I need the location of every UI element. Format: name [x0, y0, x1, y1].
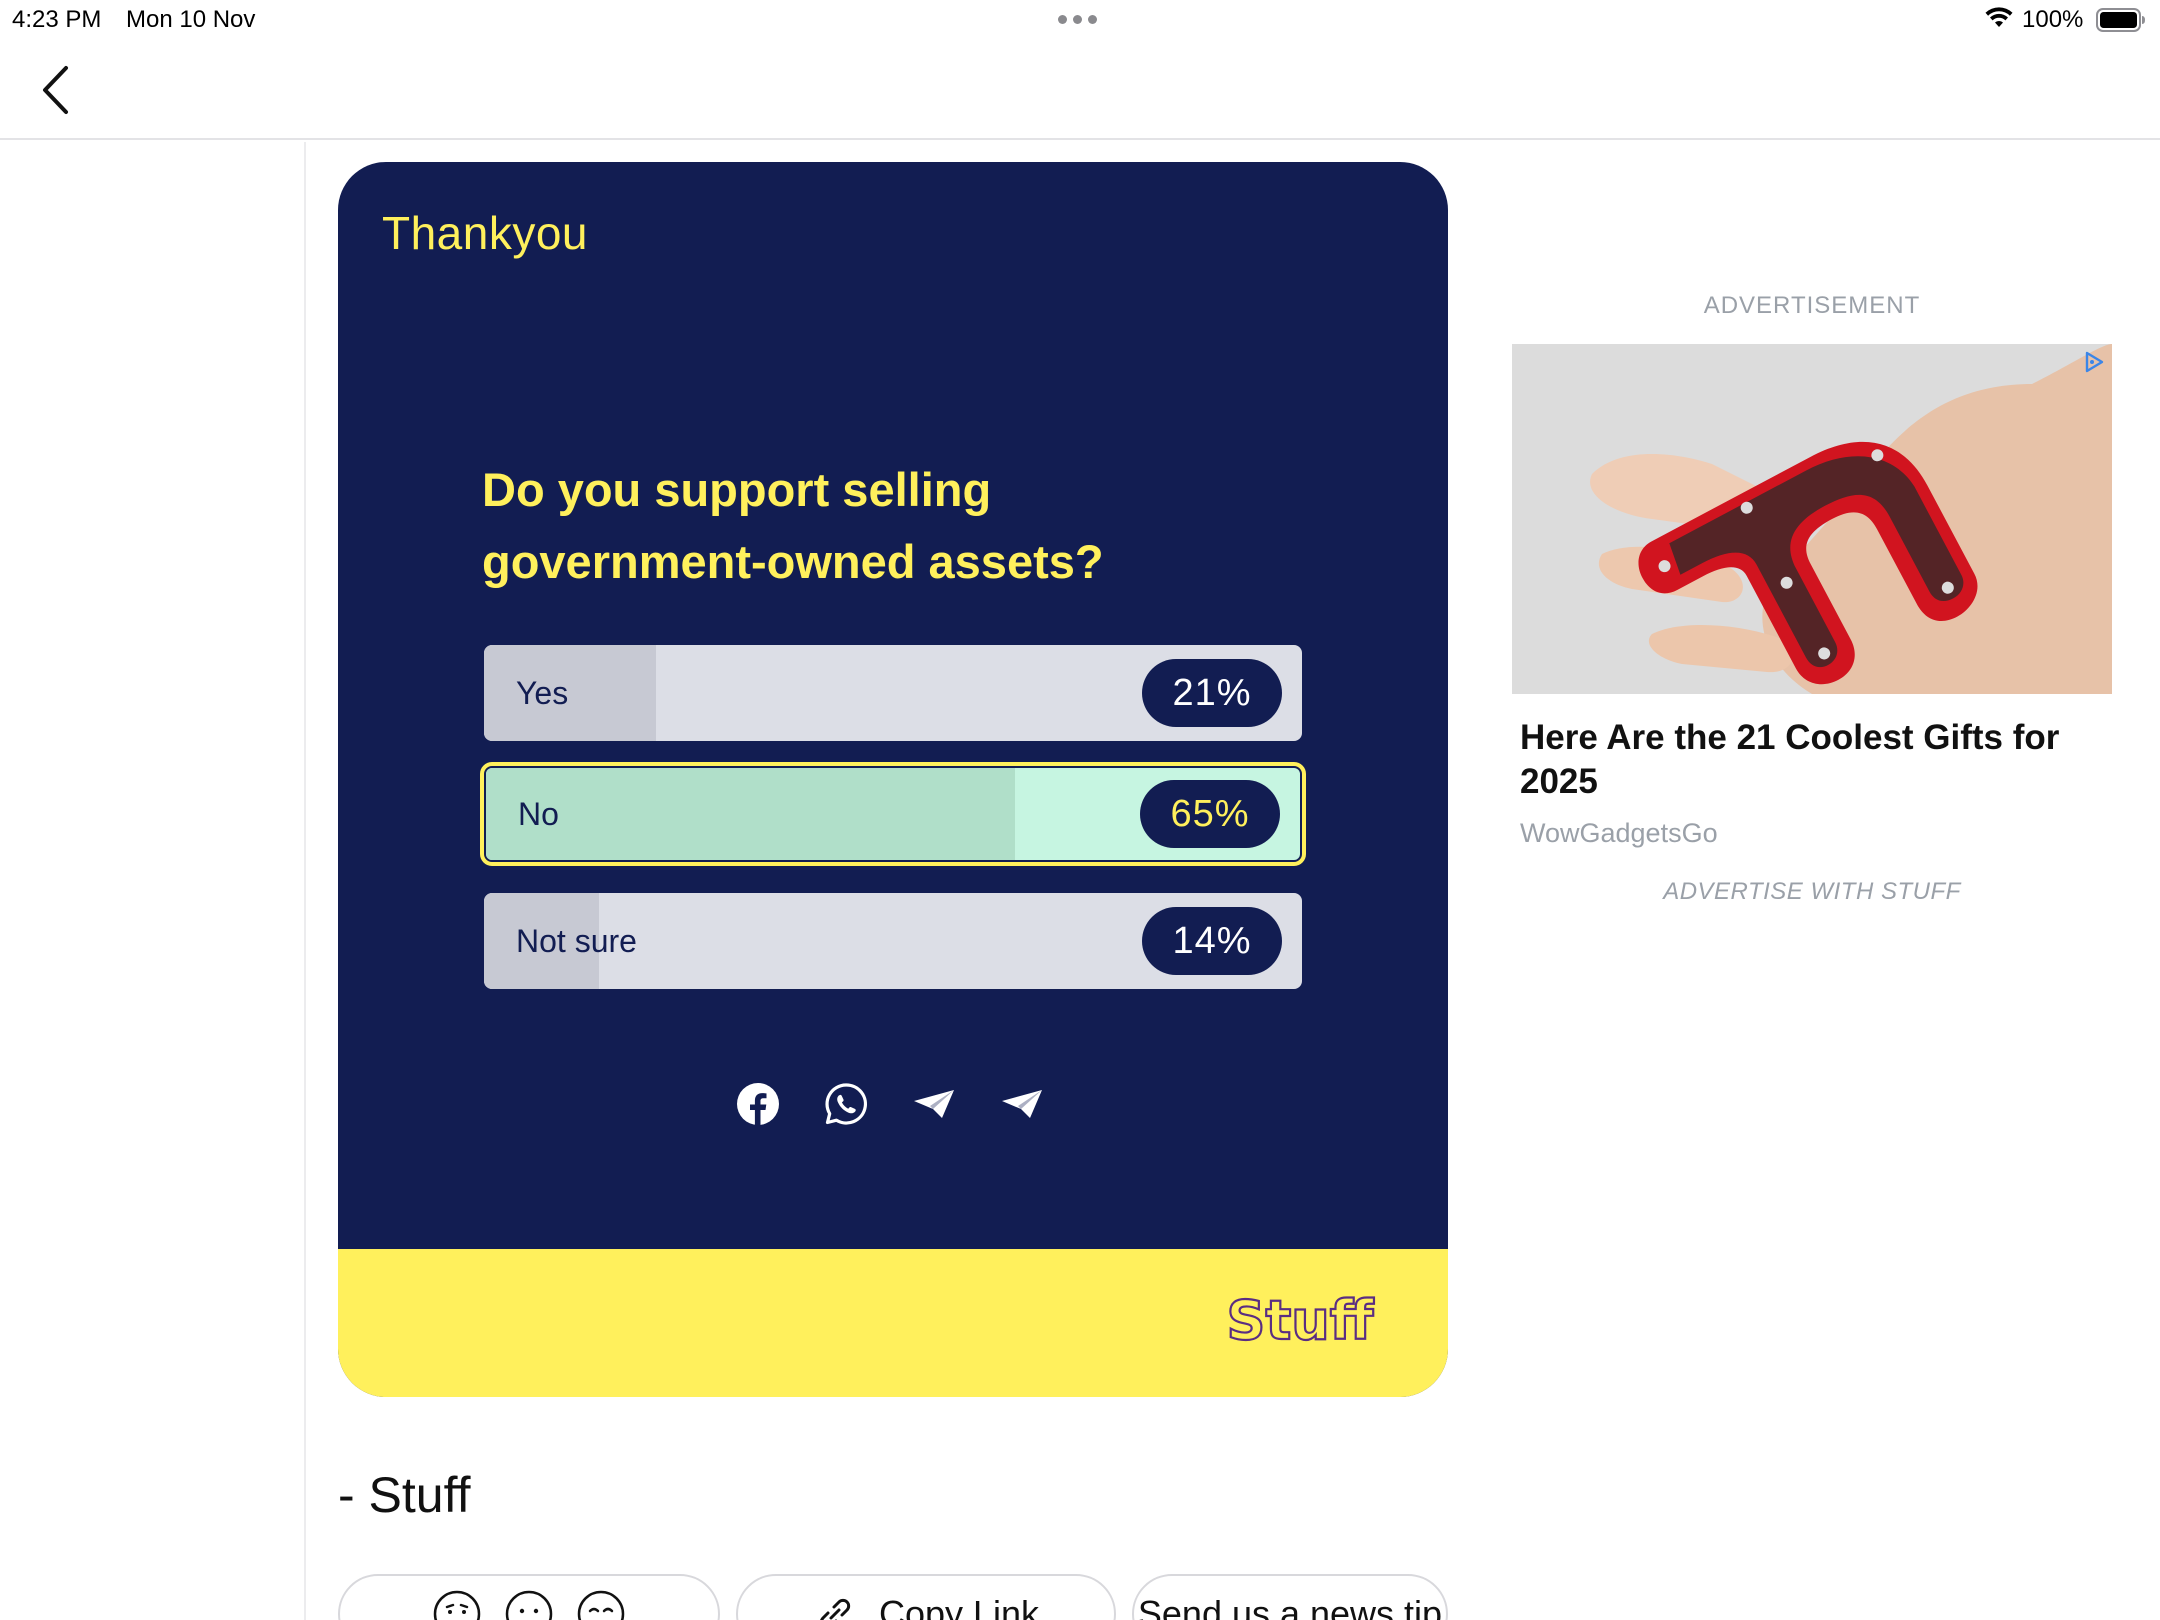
- poll-option-percent: 14%: [1142, 907, 1282, 975]
- poll-option-not-sure[interactable]: Not sure 14%: [484, 893, 1302, 989]
- svg-text:Stuff: Stuff: [1227, 1289, 1375, 1351]
- ad-product-photo: [1512, 344, 2112, 694]
- poll-option-bar: [484, 645, 656, 741]
- status-time: 4:23 PM: [12, 6, 102, 33]
- wifi-icon: [1985, 7, 2013, 27]
- ad-image[interactable]: [1512, 344, 2112, 694]
- copy-link-button[interactable]: Copy Link: [736, 1574, 1116, 1620]
- ad-title[interactable]: Here Are the 21 Coolest Gifts for 2025: [1520, 716, 2100, 804]
- poll-option-bar: [486, 768, 1016, 860]
- sad-face-icon: [577, 1590, 625, 1620]
- news-tip-button[interactable]: Send us a news tip: [1132, 1574, 1448, 1620]
- status-bar: 4:23 PM Mon 10 Nov 100%: [0, 0, 2160, 40]
- neutral-face-icon: [505, 1590, 553, 1620]
- poll-option-label: No: [518, 796, 559, 832]
- poll-option-no[interactable]: No 65%: [480, 762, 1306, 866]
- poll-option-yes[interactable]: Yes 21%: [484, 645, 1302, 741]
- poll-footer: Stuff: [338, 1249, 1448, 1397]
- poll-option-percent: 21%: [1142, 659, 1282, 727]
- multitasking-dots-icon[interactable]: [1058, 15, 1097, 24]
- send-icon[interactable]: [1000, 1082, 1044, 1126]
- battery-icon: [2096, 8, 2145, 32]
- content-divider: [304, 142, 306, 1620]
- advertise-with-stuff-link[interactable]: ADVERTISE WITH STUFF: [1512, 878, 2112, 906]
- battery-percent: 100%: [2022, 6, 2084, 33]
- reactions-button[interactable]: [338, 1574, 720, 1620]
- back-button[interactable]: [30, 60, 82, 120]
- telegram-icon[interactable]: [912, 1082, 956, 1126]
- stuff-logo: Stuff: [1225, 1288, 1375, 1351]
- article-signature: - Stuff: [338, 1467, 471, 1523]
- copy-link-label: Copy Link: [878, 1593, 1040, 1620]
- poll-heading: Thankyou: [382, 207, 589, 259]
- poll-option-percent: 65%: [1140, 780, 1280, 848]
- ad-source: WowGadgetsGo: [1520, 818, 1718, 848]
- chevron-left-icon: [43, 66, 68, 114]
- status-date: Mon 10 Nov: [126, 6, 256, 33]
- share-row: [736, 1082, 1044, 1126]
- thinking-face-icon: [433, 1590, 481, 1620]
- facebook-icon[interactable]: [736, 1082, 780, 1126]
- navigation-bar: [0, 40, 2160, 140]
- news-tip-label: Send us a news tip: [1137, 1593, 1443, 1620]
- ad-label: ADVERTISEMENT: [1703, 292, 1921, 319]
- whatsapp-icon[interactable]: [824, 1082, 868, 1126]
- poll-card: Thankyou Do you support selling governme…: [338, 162, 1448, 1397]
- poll-question: Do you support selling government-owned …: [482, 463, 1104, 588]
- ad-choices-icon[interactable]: [2080, 348, 2108, 376]
- link-icon: [820, 1598, 851, 1620]
- poll-option-label: Not sure: [516, 923, 637, 959]
- poll-option-label: Yes: [516, 675, 569, 711]
